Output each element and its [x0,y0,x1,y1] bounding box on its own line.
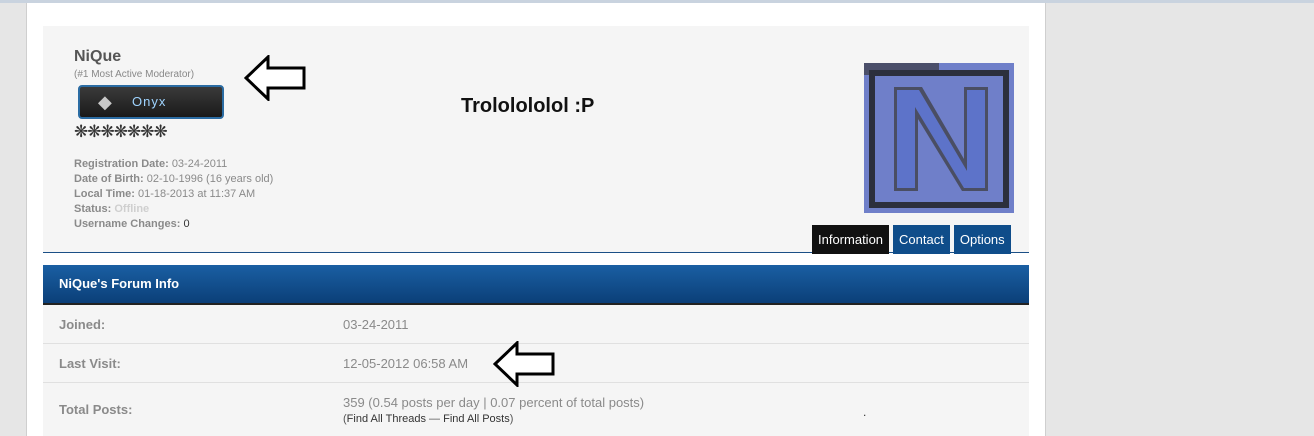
find-all-threads-link[interactable]: Find All Threads [347,413,426,425]
rank-label: Onyx [132,94,167,109]
close-paren: ) [509,413,514,425]
tab-contact[interactable]: Contact [893,225,950,254]
registration-date-row: Registration Date: 03-24-2011 [74,157,273,172]
reputation-stars: ❋❋❋❋❋❋❋ [74,122,168,141]
registration-date-label: Registration Date: [74,158,169,170]
total-posts-row: Total Posts: 359 (0.54 posts per day | 0… [43,383,1029,436]
username-changes-label: Username Changes: [74,218,181,230]
status-label: Status: [74,203,112,215]
username-changes-value: 0 [183,218,190,230]
username[interactable]: NiQue [74,48,121,66]
user-title: (#1 Most Active Moderator) [74,69,195,80]
last-visit-value: 12-05-2012 06:58 AM [343,356,469,371]
last-visit-label: Last Visit: [59,356,121,371]
dob-label: Date of Birth: [74,173,144,185]
local-time-value: 01-18-2013 at 11:37 AM [138,188,256,200]
left-arrow-icon [244,55,306,101]
local-time-label: Local Time: [74,188,135,200]
total-posts-value: 359 (0.54 posts per day | 0.07 percent o… [343,395,645,410]
profile-page: NiQue (#1 Most Active Moderator) ◆ Onyx … [26,3,1046,436]
status-row: Status: Offline [74,202,273,217]
rank-badge: ◆ Onyx [78,85,224,119]
tab-information[interactable]: Information [812,225,890,254]
status-value: Offline [114,203,150,215]
username-changes-row: Username Changes: 0 [74,217,273,232]
profile-tabs: Information Contact Options [812,225,1011,254]
joined-label: Joined: [59,317,106,332]
find-links: (Find All Threads — Find All Posts) [343,413,513,425]
dob-value: 02-10-1996 (16 years old) [146,173,274,185]
profile-header: NiQue (#1 Most Active Moderator) ◆ Onyx … [43,26,1029,254]
find-all-posts-link[interactable]: Find All Posts [443,413,510,425]
status-message: Trololololol :P [461,95,595,117]
avatar[interactable] [864,63,1014,213]
gem-icon: ◆ [98,92,112,112]
local-time-row: Local Time: 01-18-2013 at 11:37 AM [74,187,273,202]
total-posts-label: Total Posts: [59,402,133,417]
link-separator: — [425,413,444,425]
left-arrow-icon [493,341,555,387]
dob-row: Date of Birth: 02-10-1996 (16 years old) [74,172,273,187]
registration-date-value: 03-24-2011 [171,158,228,170]
user-details: Registration Date: 03-24-2011 Date of Bi… [74,157,273,232]
joined-row: Joined: 03-24-2011 [43,305,1029,344]
forum-info-title: NiQue's Forum Info [43,265,1029,305]
tab-options[interactable]: Options [953,225,1011,254]
stray-dot: . [863,405,867,419]
joined-value: 03-24-2011 [343,317,409,332]
